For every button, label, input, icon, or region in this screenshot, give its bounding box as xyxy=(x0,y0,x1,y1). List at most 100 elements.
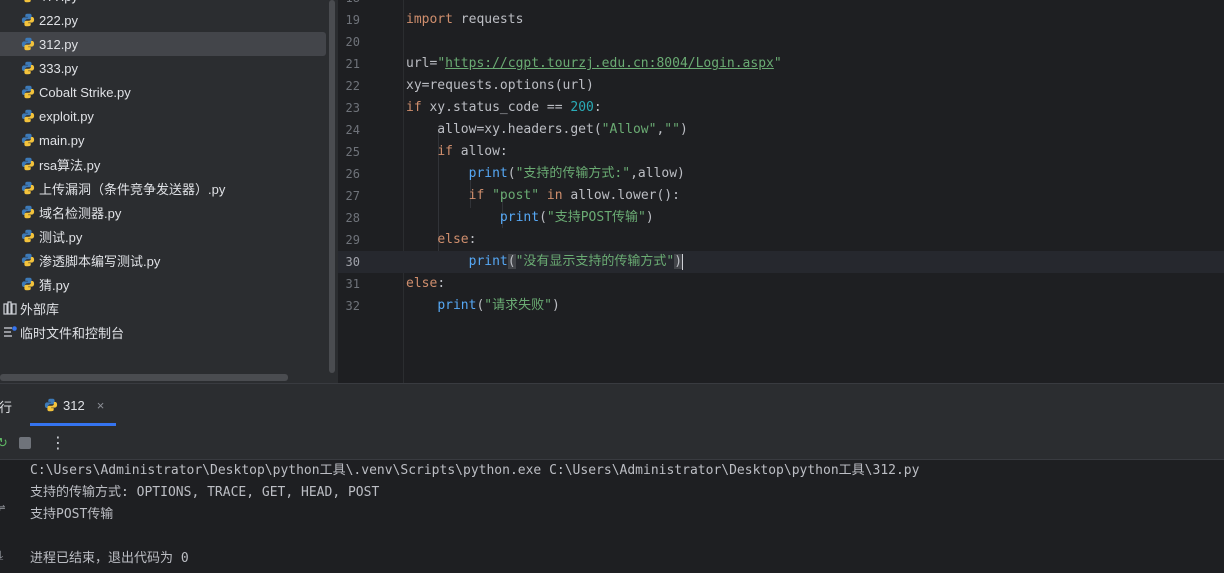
tree-item-label: 渗透脚本编写测试.py xyxy=(39,253,161,269)
run-tab-312[interactable]: 312 × xyxy=(30,384,116,426)
tree-item-label: Cobalt Strike.py xyxy=(39,84,131,100)
stop-icon[interactable] xyxy=(19,437,31,449)
tree-item[interactable]: exploit.py xyxy=(0,104,326,128)
line-number: 31 xyxy=(345,277,360,291)
code-text: if "post" in allow.lower(): xyxy=(468,188,680,203)
code-text: if allow: xyxy=(437,144,508,159)
code-line[interactable]: 31 else: xyxy=(338,273,1224,295)
python-file-icon xyxy=(21,229,35,243)
tree-item-label: rsa算法.py xyxy=(39,157,101,173)
line-number: 30 xyxy=(345,255,360,269)
tree-item[interactable]: 临时文件和控制台 xyxy=(0,320,326,344)
tree-item[interactable]: main.py xyxy=(0,128,326,152)
code-text: allow=xy.headers.get("Allow","") xyxy=(406,122,688,137)
code-text: else: xyxy=(437,232,477,247)
code-line[interactable]: 21 url="https://cgpt.tourzj.edu.cn:8004/L… xyxy=(338,53,1224,75)
tree-item[interactable]: 312.py xyxy=(0,32,326,56)
tree-item[interactable]: 测试.py xyxy=(0,224,326,248)
run-panel-title: 运行 xyxy=(0,400,13,415)
console-output[interactable]: C:\Users\Administrator\Desktop\python工具\… xyxy=(0,460,1224,573)
tree-item-label: main.py xyxy=(39,132,85,148)
tree-item-label: exploit.py xyxy=(39,108,94,124)
project-tree-panel: 4??.py 222.py 312.py 333.py Cobalt Strike.py… xyxy=(0,0,338,383)
run-tab-label: 312 xyxy=(63,397,85,413)
tree-item[interactable]: Cobalt Strike.py xyxy=(0,80,326,104)
line-number: 21 xyxy=(345,57,360,71)
code-line[interactable]: 30 print("没有显示支持的传输方式") xyxy=(338,251,1224,273)
code-editor[interactable]: 18 19 import requests 20 21 url="https://cgpt… xyxy=(338,0,1224,383)
tree-item-label: 4??.py xyxy=(39,0,78,4)
tree-item-label: 域名检测器.py xyxy=(39,205,122,221)
tree-item-label: 312.py xyxy=(39,36,79,52)
tree-vertical-scrollbar[interactable] xyxy=(329,0,335,373)
code-line[interactable]: 32 print("请求失败") xyxy=(338,295,1224,317)
console-line: 进程已结束，退出代码为 0 xyxy=(30,551,189,566)
code-line[interactable]: 24 allow=xy.headers.get("Allow","") xyxy=(338,119,1224,141)
tree-item[interactable]: rsa算法.py xyxy=(0,152,326,176)
python-file-icon xyxy=(21,109,35,123)
tree-horizontal-scrollbar[interactable] xyxy=(0,374,288,381)
python-file-icon xyxy=(24,0,31,3)
line-number: 28 xyxy=(345,211,360,225)
tree-item[interactable]: 域名检测器.py xyxy=(0,200,326,224)
line-number: 25 xyxy=(345,145,360,159)
code-text: print("支持的传输方式:",allow) xyxy=(468,166,685,181)
code-text: print("支持POST传输") xyxy=(499,210,654,225)
python-file-icon xyxy=(21,37,35,51)
tree-item[interactable]: 外部库 xyxy=(0,296,326,320)
tree-item-label: 222.py xyxy=(39,12,79,28)
tree-item[interactable]: 4??.py xyxy=(0,0,326,8)
line-number: 22 xyxy=(345,79,360,93)
tree-item-label: 333.py xyxy=(39,60,79,76)
line-number: 29 xyxy=(345,233,360,247)
line-number: 32 xyxy=(345,299,360,313)
code-text: import requests xyxy=(406,12,524,27)
python-file-icon xyxy=(21,181,35,195)
tree-item-label: 临时文件和控制台 xyxy=(20,325,125,341)
code-text: xy=requests.options(url) xyxy=(406,78,594,93)
code-line[interactable]: 23 if xy.status_code == 200: xyxy=(338,97,1224,119)
code-line[interactable]: 20 xyxy=(338,31,1224,53)
close-icon[interactable]: × xyxy=(97,398,105,413)
code-line[interactable]: 27 if "post" in allow.lower(): xyxy=(338,185,1224,207)
scroll-to-end-icon[interactable]: ⤓ xyxy=(0,548,3,563)
python-file-icon xyxy=(44,398,58,412)
tree-item[interactable]: 222.py xyxy=(0,8,326,32)
python-file-icon xyxy=(21,133,35,147)
code-text: print("没有显示支持的传输方式") xyxy=(468,253,684,270)
code-line[interactable]: 26 print("支持的传输方式:",allow) xyxy=(338,163,1224,185)
line-number: 26 xyxy=(345,167,360,181)
tree-item[interactable]: 上传漏洞（条件竞争发送器）.py xyxy=(0,176,326,200)
code-text: else: xyxy=(406,276,446,291)
more-options-icon[interactable]: ⋮ xyxy=(50,433,66,453)
run-tool-window: 运行 312 × ↻ ⋮ C:\Users\Administrator\Desk… xyxy=(0,383,1224,573)
python-file-icon xyxy=(21,13,35,27)
line-number: 20 xyxy=(345,35,360,49)
console-line: 支持POST传输 xyxy=(30,507,114,522)
code-text: print("请求失败") xyxy=(437,298,560,313)
soft-wrap-icon[interactable]: ⇌ xyxy=(0,500,5,514)
code-line[interactable]: 29 else: xyxy=(338,229,1224,251)
rerun-icon[interactable]: ↻ xyxy=(0,435,9,451)
tree-item[interactable]: 猜.py xyxy=(0,272,326,296)
python-file-icon xyxy=(21,157,35,171)
run-toolbar: ↻ ⋮ xyxy=(0,426,1224,460)
line-number: 19 xyxy=(345,13,360,27)
tree-item-label: 测试.py xyxy=(39,229,83,245)
tree-item-label: 上传漏洞（条件竞争发送器）.py xyxy=(39,181,226,197)
code-line[interactable]: 19 import requests xyxy=(338,9,1224,31)
console-line: C:\Users\Administrator\Desktop\python工具\… xyxy=(30,463,920,478)
code-line[interactable]: 28 print("支持POST传输") xyxy=(338,207,1224,229)
line-number: 18 xyxy=(338,0,360,9)
line-number: 27 xyxy=(345,189,360,203)
python-file-icon xyxy=(21,85,35,99)
code-line[interactable]: 22 xy=requests.options(url) xyxy=(338,75,1224,97)
code-text: if xy.status_code == 200: xyxy=(406,100,602,115)
python-file-icon xyxy=(21,205,35,219)
code-line[interactable]: 25 if allow: xyxy=(338,141,1224,163)
run-tab-bar: 运行 312 × xyxy=(0,384,1224,426)
tree-item[interactable]: 333.py xyxy=(0,56,326,80)
tree-item[interactable]: 渗透脚本编写测试.py xyxy=(0,248,326,272)
code-line[interactable]: 18 xyxy=(338,0,1224,9)
line-number: 23 xyxy=(345,101,360,115)
